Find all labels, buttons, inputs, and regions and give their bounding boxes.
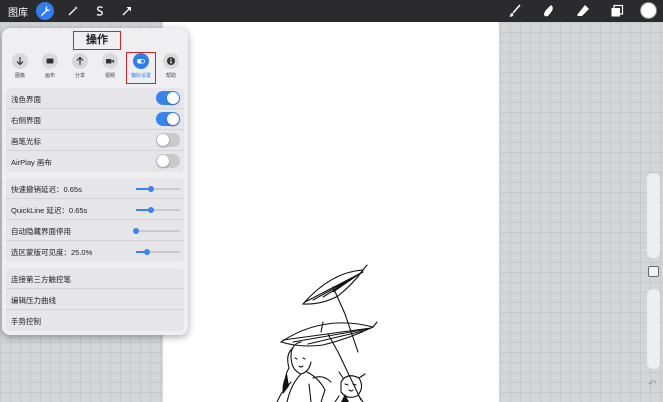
selection-button[interactable] [91,2,109,20]
rapid-undo-delay-row: 快速撤销延迟：0.65s [6,178,184,199]
actions-button[interactable] [36,2,54,20]
panel-title: 操作 [73,31,121,50]
selection-mask-visibility-slider[interactable] [136,249,180,255]
rapid-undo-delay-slider[interactable] [136,186,180,192]
quickline-delay-row: QuickLine 延迟：0.65s [6,199,184,220]
light-interface-toggle[interactable] [156,91,180,105]
transform-arrow-icon [122,7,131,16]
tab-share[interactable]: 分享 [65,52,95,84]
airplay-canvas-toggle[interactable] [156,154,180,168]
modify-square-button[interactable] [648,266,659,277]
edit-pressure-curve-row[interactable]: 编辑压力曲线 [6,289,184,310]
right-hand-interface-toggle[interactable] [156,112,180,126]
auto-hide-interface-slider[interactable] [133,228,180,234]
video-icon [106,59,114,64]
sketch-artwork [276,264,378,402]
brush-icon [509,4,521,17]
eraser-icon [577,5,589,16]
opacity-slider[interactable] [647,289,660,369]
color-well[interactable] [640,2,657,19]
canvas-icon [46,58,54,64]
selection-s-icon [96,6,103,16]
tab-help[interactable]: 帮助 [156,52,186,84]
brush-cursor-toggle[interactable] [156,133,180,147]
adjustments-button[interactable] [64,2,82,20]
quickline-delay-slider[interactable] [136,207,180,213]
tab-video[interactable]: 视频 [95,52,125,84]
airplay-canvas-row: AirPlay 画布 [6,151,184,172]
connect-stylus-row[interactable]: 连接第三方触控笔 [6,268,184,289]
wrench-icon [41,6,51,16]
light-interface-row: 浅色界面 [6,88,184,109]
layers-button[interactable] [608,2,626,20]
brush-cursor-row: 画笔光标 [6,130,184,151]
tab-canvas[interactable]: 画布 [35,52,65,84]
undo-icon[interactable]: ↶ [648,379,656,390]
drawing-canvas[interactable] [163,22,499,402]
info-icon [167,57,175,65]
add-arrow-icon [16,57,24,66]
smudge-button[interactable] [540,2,558,20]
panel-tabs: 图像 画布 分享 视频 偏好设置 帮助 [2,52,188,84]
preferences-tab-highlight [126,52,156,84]
actions-panel: 操作 图像 画布 分享 视频 偏好设置 帮助 浅色界面 右侧界面 画笔光标 Ai… [2,28,188,335]
smudge-icon [544,5,553,17]
top-toolbar: 图库 [0,0,663,22]
toggle-group: 浅色界面 右侧界面 画笔光标 AirPlay 画布 [6,88,184,172]
right-hand-interface-row: 右侧界面 [6,109,184,130]
share-icon [76,56,84,65]
link-group: 连接第三方触控笔 编辑压力曲线 手势控制 [6,268,184,331]
gesture-controls-row[interactable]: 手势控制 [6,310,184,331]
tab-image[interactable]: 图像 [5,52,35,84]
gallery-button[interactable]: 图库 [8,4,28,19]
layers-icon [611,4,624,17]
right-sidebar: ↶ [645,165,663,402]
slider-group: 快速撤销延迟：0.65s QuickLine 延迟：0.65s 自动隐藏界面停用… [6,178,184,262]
auto-hide-interface-row: 自动隐藏界面停用 [6,220,184,241]
brush-button[interactable] [506,2,524,20]
eraser-button[interactable] [574,2,592,20]
magic-wand-icon [68,6,78,16]
brush-size-slider[interactable] [647,173,660,258]
transform-button[interactable] [118,2,136,20]
selection-mask-visibility-row: 选区蒙版可见度：25.0% [6,241,184,262]
